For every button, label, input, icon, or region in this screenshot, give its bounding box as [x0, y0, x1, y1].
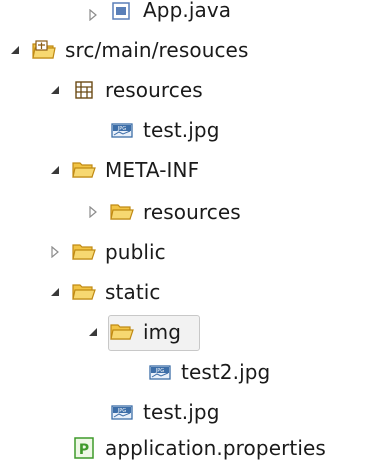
tree-item-label: application.properties [105, 436, 326, 460]
collapsed-arrow-icon[interactable] [86, 8, 100, 22]
tree-item-label: public [105, 240, 166, 264]
collapsed-arrow-icon[interactable] [86, 205, 100, 219]
jpg-file-icon: JPG [110, 401, 134, 423]
tree-item-label: resources [105, 78, 203, 102]
folder-icon [72, 281, 96, 303]
project-explorer-tree: App.java src/main/resouces resources JPG… [0, 0, 376, 465]
expanded-arrow-icon[interactable] [48, 83, 62, 97]
tree-item-meta-inf-resources[interactable]: resources [86, 192, 241, 232]
expanded-arrow-icon[interactable] [86, 325, 100, 339]
jpg-file-icon: JPG [110, 119, 134, 141]
svg-text:JPG: JPG [155, 368, 164, 374]
tree-item-label: META-INF [105, 158, 200, 182]
tree-item-src-main-resouces[interactable]: src/main/resouces [8, 30, 249, 70]
folder-icon [72, 241, 96, 263]
java-file-icon [110, 0, 134, 22]
tree-item-test2-jpg[interactable]: JPG test2.jpg [148, 352, 270, 392]
properties-file-icon: P [72, 437, 96, 459]
tree-item-label: img [143, 320, 182, 344]
expanded-arrow-icon[interactable] [48, 163, 62, 177]
tree-item-application-properties[interactable]: P application.properties [72, 428, 326, 468]
tree-item-label: static [105, 280, 161, 304]
expanded-arrow-icon[interactable] [48, 285, 62, 299]
source-folder-icon [32, 39, 56, 61]
tree-item-label: resources [143, 200, 241, 224]
svg-text:JPG: JPG [117, 408, 126, 414]
tree-item-static-test-jpg[interactable]: JPG test.jpg [110, 392, 220, 432]
expanded-arrow-icon[interactable] [8, 43, 22, 57]
tree-item-label: App.java [143, 0, 232, 22]
collapsed-arrow-icon[interactable] [48, 245, 62, 259]
tree-item-test-jpg[interactable]: JPG test.jpg [110, 110, 220, 150]
jpg-file-icon: JPG [148, 361, 172, 383]
tree-item-label: src/main/resouces [65, 38, 249, 62]
tree-item-public[interactable]: public [48, 232, 166, 272]
folder-icon [110, 321, 134, 343]
tree-item-resources-package[interactable]: resources [48, 70, 203, 110]
tree-item-img[interactable]: img [86, 312, 181, 352]
tree-item-app-java[interactable]: App.java [86, 0, 231, 22]
tree-item-label: test.jpg [143, 118, 220, 142]
folder-icon [110, 201, 134, 223]
package-icon [72, 79, 96, 101]
tree-item-label: test2.jpg [181, 360, 271, 384]
tree-item-static[interactable]: static [48, 272, 161, 312]
tree-item-label: test.jpg [143, 400, 220, 424]
svg-text:P: P [79, 442, 89, 458]
folder-icon [72, 159, 96, 181]
svg-text:JPG: JPG [117, 126, 126, 132]
tree-item-meta-inf[interactable]: META-INF [48, 150, 199, 190]
